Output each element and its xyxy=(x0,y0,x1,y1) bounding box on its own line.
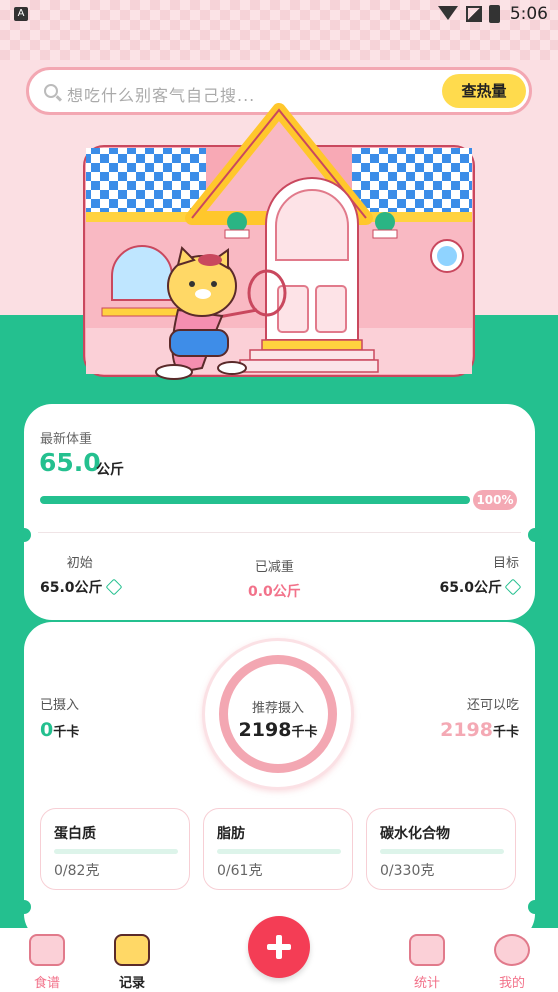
weight-progress-badge: 100% xyxy=(473,490,517,510)
start-weight-label: 初始 xyxy=(66,556,93,571)
profile-icon xyxy=(494,934,530,966)
latest-weight-value: 65.0 xyxy=(39,448,101,477)
weight-progress-bar xyxy=(40,496,470,504)
nutrient-bar xyxy=(217,849,341,854)
consumed-unit: 千卡 xyxy=(53,725,80,740)
card-notch xyxy=(528,528,542,542)
target-weight-stat[interactable]: 目标 65.0公斤 xyxy=(439,552,522,597)
target-weight-value: 65.0公斤 xyxy=(439,580,502,596)
consumed-stat: 已摄入 0千卡 xyxy=(40,694,79,741)
target-weight-label: 目标 xyxy=(492,556,519,571)
remaining-unit: 千卡 xyxy=(492,725,519,740)
recommended-intake-ring: 推荐摄入 2198千卡 xyxy=(202,638,354,790)
edit-pencil-icon[interactable] xyxy=(105,578,123,596)
edit-pencil-icon[interactable] xyxy=(504,578,522,596)
card-notch xyxy=(528,900,542,914)
tab-label: 统计 xyxy=(413,976,440,991)
search-icon xyxy=(44,84,58,98)
tab-profile[interactable]: 我的 xyxy=(472,928,552,992)
status-bar: A 5:06 xyxy=(0,0,558,30)
intake-card: 已摄入 0千卡 推荐摄入 2198千卡 还可以吃 2198千卡 蛋白质 0/82… xyxy=(17,622,542,942)
weight-card[interactable]: 最新体重 65.0 公斤 100% 初始 65.0公斤 已减重 0.0公斤 目标… xyxy=(17,404,542,620)
card-notch xyxy=(17,528,31,542)
tab-recipes[interactable]: 食谱 xyxy=(7,928,87,992)
remaining-value: 2198 xyxy=(440,719,493,741)
start-weight-value: 65.0公斤 xyxy=(40,580,103,596)
consumed-value: 0 xyxy=(40,719,54,741)
wifi-icon xyxy=(438,6,458,20)
nutrient-name: 碳水化合物 xyxy=(380,826,450,842)
recommended-value: 2198 xyxy=(238,719,292,741)
divider xyxy=(38,532,521,533)
nutrient-protein[interactable]: 蛋白质 0/82克 xyxy=(40,808,190,890)
nutrient-name: 蛋白质 xyxy=(54,826,96,842)
tab-records[interactable]: 记录 xyxy=(92,928,172,992)
nutrient-fat[interactable]: 脂肪 0/61克 xyxy=(203,808,353,890)
nutrient-value: 0/330克 xyxy=(380,863,435,879)
nutrient-bar xyxy=(54,849,178,854)
remaining-label: 还可以吃 xyxy=(466,698,519,713)
tab-label: 记录 xyxy=(118,976,145,991)
latest-weight-unit: 公斤 xyxy=(96,462,124,478)
nutrient-value: 0/61克 xyxy=(217,863,263,879)
card-notch xyxy=(17,900,31,914)
nutrient-carbs[interactable]: 碳水化合物 0/330克 xyxy=(366,808,516,890)
house-cat-illustration xyxy=(83,103,475,380)
tab-stats[interactable]: 统计 xyxy=(387,928,467,992)
latest-weight-label: 最新体重 xyxy=(40,432,93,447)
recommended-unit: 千卡 xyxy=(291,725,318,740)
consumed-label: 已摄入 xyxy=(40,698,80,713)
lost-weight-stat: 已减重 0.0公斤 xyxy=(248,556,301,601)
signal-icon xyxy=(466,6,482,22)
lost-weight-label: 已减重 xyxy=(254,560,294,575)
plus-icon xyxy=(276,935,282,959)
start-weight-stat[interactable]: 初始 65.0公斤 xyxy=(40,552,123,597)
record-icon xyxy=(114,934,150,966)
app-badge-icon: A xyxy=(14,7,28,21)
lost-weight-value: 0.0公斤 xyxy=(248,584,301,600)
stats-icon xyxy=(409,934,445,966)
battery-icon xyxy=(489,5,500,23)
nutrient-bar xyxy=(380,849,504,854)
nutrient-value: 0/82克 xyxy=(54,863,100,879)
remaining-stat: 还可以吃 2198千卡 xyxy=(440,694,519,741)
status-time: 5:06 xyxy=(509,4,548,24)
weight-progress-fill xyxy=(40,496,470,504)
add-button[interactable] xyxy=(248,916,310,978)
tab-label: 我的 xyxy=(498,976,525,991)
nutrient-name: 脂肪 xyxy=(217,826,245,842)
recommended-label: 推荐摄入 xyxy=(251,701,304,716)
recipe-icon xyxy=(29,934,65,966)
tab-label: 食谱 xyxy=(33,976,60,991)
